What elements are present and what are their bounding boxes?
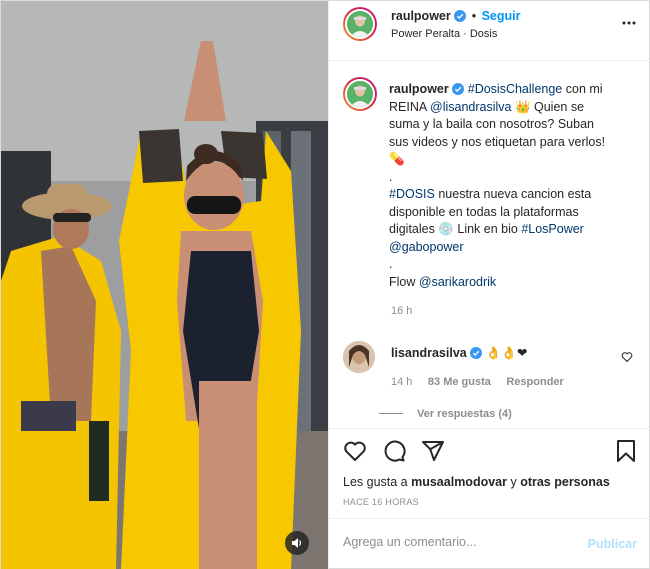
verified-badge-icon (470, 347, 483, 359)
caption-text: suma y la baila con nosotros? Suban (389, 117, 594, 131)
post-caption: raulpower #DosisChallenge con mi REINA @li… (389, 81, 639, 291)
caption-text: digitales 💿 Link en bio (389, 222, 522, 236)
caption-line: digitales 💿 Link en bio #LosPower (389, 221, 639, 239)
caption-text: con mi (562, 82, 603, 96)
avatar-image (343, 341, 375, 373)
caption-text: 👑 Quien se (511, 99, 585, 114)
caption-link[interactable]: @lisandrasilva (430, 100, 511, 114)
caption-link[interactable]: #DOSIS (389, 187, 435, 201)
commenter-avatar[interactable] (343, 341, 375, 373)
comment-likes[interactable]: 83 Me gusta (428, 376, 491, 388)
add-comment-bar: Publicar (329, 518, 650, 569)
caption-line: @gabopower (389, 239, 639, 257)
comment-text: 👌👌❤ (485, 346, 528, 360)
comment-like-heart-icon[interactable] (621, 351, 633, 366)
caption-text: nuestra nueva cancion esta (434, 187, 592, 201)
caption-text: . (389, 169, 393, 184)
caption-text: REINA (389, 99, 430, 114)
caption-line: disponible en todas la plataformas (389, 204, 639, 222)
caption-line: . (389, 256, 639, 274)
caption-text: Flow (389, 274, 419, 289)
comment-time[interactable]: 14 h (391, 376, 412, 388)
publish-button[interactable]: Publicar (588, 537, 637, 551)
caption-line: suma y la baila con nosotros? Suban (389, 116, 639, 134)
comment-bubble-icon[interactable] (382, 439, 406, 466)
comment-reply-button[interactable]: Responder (506, 376, 563, 388)
view-replies-button[interactable]: Ver respuestas (4) (379, 406, 512, 420)
verified-badge-icon (451, 83, 464, 95)
caption-link[interactable]: @gabopower (389, 240, 464, 254)
save-bookmark-icon[interactable] (615, 439, 637, 466)
caption-line: #DOSIS nuestra nueva cancion esta (389, 186, 639, 204)
likes-mid: y (506, 475, 521, 489)
more-options-icon[interactable] (621, 15, 637, 36)
replies-divider (379, 413, 403, 415)
caption-line: . (389, 169, 639, 187)
caption-line: REINA @lisandrasilva 👑 Quien se (389, 99, 639, 117)
post-actions: Les gusta a musaalmodovar y otras person… (329, 428, 650, 518)
header-separator: • (471, 9, 477, 23)
author-username[interactable]: raulpower (391, 9, 451, 23)
speaker-icon (292, 538, 302, 548)
caption-text: . (389, 257, 393, 271)
follow-button[interactable]: Seguir (482, 9, 521, 23)
author-avatar[interactable] (343, 7, 377, 41)
like-heart-icon[interactable] (343, 439, 367, 466)
post-location[interactable]: Power Peralta · Dosis (391, 28, 497, 40)
caption-link[interactable]: #LosPower (521, 222, 584, 236)
video-frame (1, 1, 328, 569)
caption-text: disponible en todas la plataformas (389, 204, 579, 219)
post-side-panel: raulpower • Seguir Power Peralta · Dosis (328, 1, 650, 569)
post-video[interactable] (1, 1, 328, 569)
avatar-image (347, 81, 373, 107)
likes-prefix: Les gusta a (343, 475, 412, 489)
caption-link[interactable]: @sarikarodrik (419, 275, 496, 289)
caption-line: 💊 (389, 151, 639, 169)
caption-text: 💊 (389, 152, 405, 166)
caption-username[interactable]: raulpower (389, 82, 449, 96)
post-header: raulpower • Seguir Power Peralta · Dosis (329, 1, 650, 61)
share-send-icon[interactable] (421, 439, 445, 466)
avatar-image (347, 11, 373, 37)
post-timestamp[interactable]: HACE 16 HORAS (343, 497, 419, 507)
caption-line: raulpower #DosisChallenge con mi (389, 81, 639, 99)
caption-line: Flow @sarikarodrik (389, 274, 639, 292)
caption-line: sus videos y nos etiquetan para verlos! (389, 134, 639, 152)
caption-text: sus videos y nos etiquetan para verlos! (389, 134, 606, 149)
likes-user[interactable]: musaalmodovar (411, 475, 507, 489)
view-replies-label: Ver respuestas (4) (417, 408, 512, 420)
caption-link[interactable]: #DosisChallenge (468, 82, 563, 96)
caption-author-avatar[interactable] (343, 77, 377, 111)
likes-others[interactable]: otras personas (520, 475, 610, 489)
caption-time[interactable]: 16 h (391, 305, 412, 317)
verified-badge-icon (454, 10, 467, 22)
likes-summary: Les gusta a musaalmodovar y otras person… (343, 475, 610, 489)
audio-toggle-button[interactable] (285, 531, 309, 555)
commenter-username[interactable]: lisandrasilva (391, 346, 467, 360)
comment-input[interactable] (343, 535, 563, 549)
instagram-post: raulpower • Seguir Power Peralta · Dosis (0, 0, 650, 569)
